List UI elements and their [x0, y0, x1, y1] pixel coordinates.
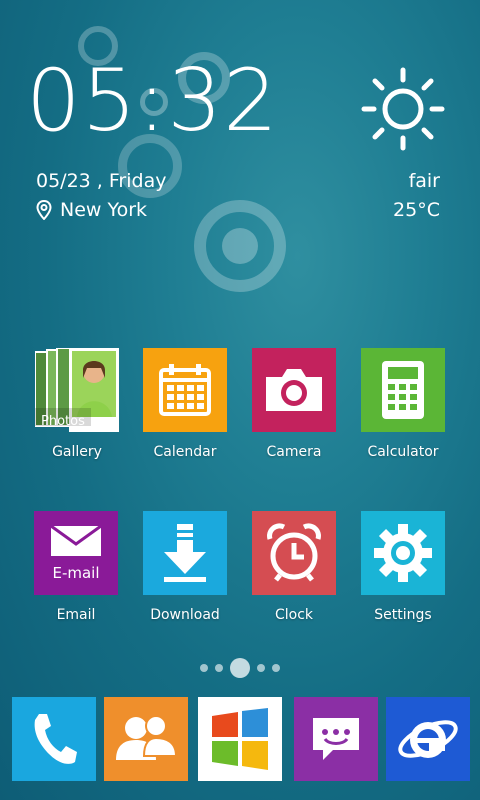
gear-icon — [361, 511, 445, 595]
app-download[interactable]: Download — [130, 511, 240, 623]
camera-icon — [252, 348, 336, 432]
app-label: Calculator — [367, 444, 439, 460]
app-settings[interactable]: Settings — [348, 511, 458, 623]
location-pin-icon — [36, 200, 52, 220]
app-clock[interactable]: Clock — [239, 511, 349, 623]
weather-condition: fair — [408, 170, 440, 192]
windows-logo-icon — [212, 708, 268, 770]
dock-phone[interactable] — [12, 697, 96, 781]
contacts-icon — [116, 715, 178, 760]
page-dot[interactable] — [200, 664, 208, 672]
gallery-photos-text: Photos — [41, 414, 85, 429]
clock-time[interactable]: 05:32 — [26, 58, 279, 144]
dock-store[interactable] — [198, 697, 282, 781]
app-label: Download — [150, 607, 220, 623]
decor-dot — [222, 228, 258, 264]
app-label: Clock — [274, 607, 314, 623]
page-indicator[interactable] — [200, 658, 280, 678]
alarm-clock-icon — [252, 511, 336, 595]
calendar-icon — [143, 348, 227, 432]
app-label: Camera — [266, 444, 322, 460]
messaging-icon — [313, 718, 359, 760]
dock-browser[interactable] — [386, 697, 470, 781]
weather-temperature: 25°C — [393, 199, 440, 221]
date-text: 05/23 , Friday — [36, 170, 167, 192]
page-dot[interactable] — [257, 664, 265, 672]
dock-contacts[interactable] — [104, 697, 188, 781]
location-text: New York — [60, 199, 148, 221]
download-icon — [143, 511, 227, 595]
app-label: Email — [56, 607, 96, 623]
app-label: Settings — [374, 607, 432, 623]
sun-icon[interactable] — [360, 66, 446, 152]
calculator-icon — [361, 348, 445, 432]
gallery-icon: Photos — [35, 348, 119, 432]
page-dot-active[interactable] — [230, 658, 250, 678]
app-label: Calendar — [153, 444, 217, 460]
app-gallery[interactable]: Photos Gallery — [22, 348, 132, 460]
app-label: Gallery — [52, 444, 102, 460]
app-calculator[interactable]: Calculator — [348, 348, 458, 460]
phone-icon — [34, 714, 77, 764]
page-dot[interactable] — [215, 664, 223, 672]
app-email[interactable]: E-mail Email — [21, 511, 131, 623]
internet-explorer-icon — [398, 720, 458, 758]
location: New York — [36, 199, 147, 221]
email-tile-text: E-mail — [52, 564, 100, 582]
app-camera[interactable]: Camera — [239, 348, 349, 460]
dock-messaging[interactable] — [294, 697, 378, 781]
mail-icon: E-mail — [34, 511, 118, 595]
page-dot[interactable] — [272, 664, 280, 672]
app-calendar[interactable]: Calendar — [130, 348, 240, 460]
